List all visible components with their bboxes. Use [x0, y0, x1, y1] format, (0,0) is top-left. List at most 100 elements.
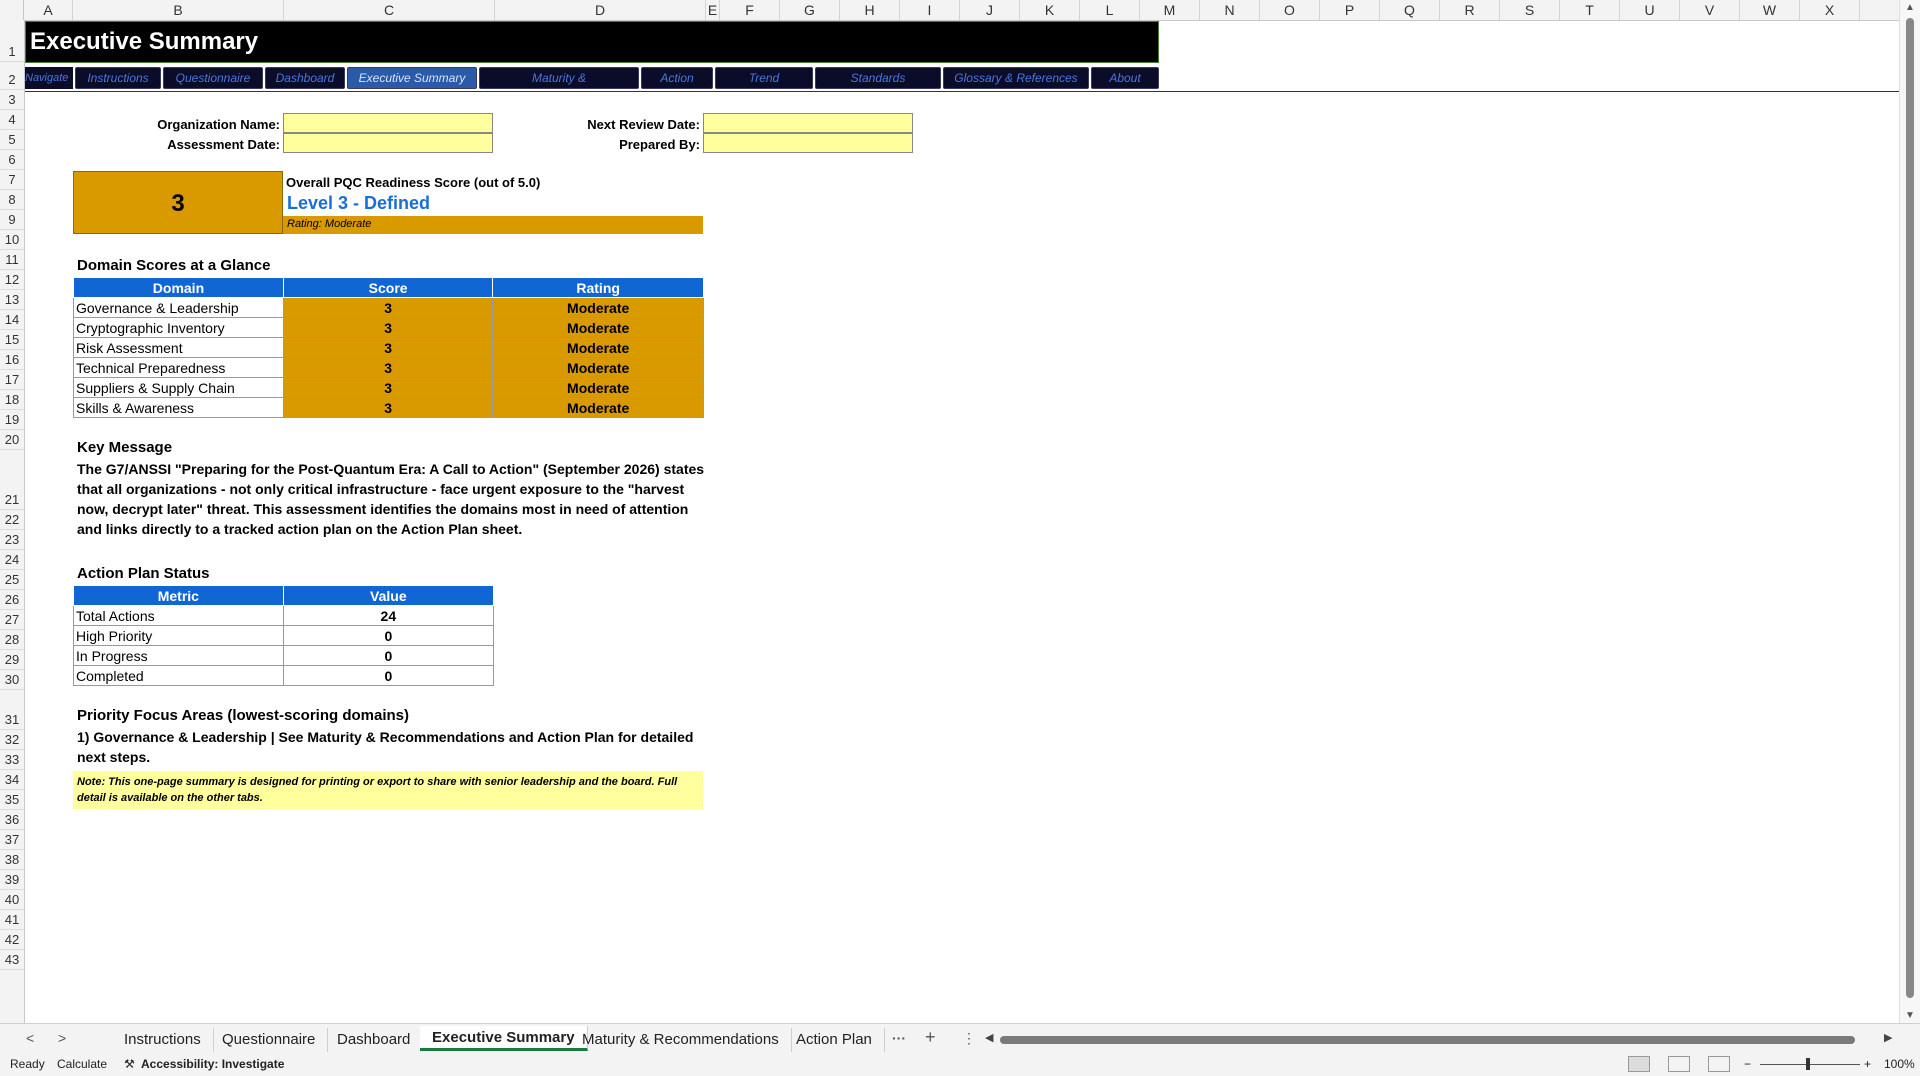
column-header-f[interactable]: F [720, 0, 780, 20]
column-header-t[interactable]: T [1560, 0, 1620, 20]
domain-name[interactable]: Cryptographic Inventory [73, 317, 284, 338]
sheet-tab-maturity[interactable]: Maturity & Recommendations [570, 1028, 792, 1052]
row-header-42[interactable]: 42 [0, 930, 24, 950]
row-header-5[interactable]: 5 [0, 130, 24, 150]
row-header-31[interactable]: 31 [0, 690, 24, 730]
row-header-3[interactable]: 3 [0, 90, 24, 110]
vertical-scrollbar[interactable]: ▲ ▼ [1899, 0, 1920, 1023]
column-header-d[interactable]: D [495, 0, 706, 20]
metric-value[interactable]: 24 [282, 605, 495, 626]
column-header-e[interactable]: E [706, 0, 720, 20]
metric-name[interactable]: Total Actions [73, 605, 284, 626]
domain-name[interactable]: Skills & Awareness [73, 397, 284, 418]
column-header-q[interactable]: Q [1380, 0, 1440, 20]
domain-rating[interactable]: Moderate [492, 357, 704, 378]
tab-next-icon[interactable]: > [58, 1030, 66, 1046]
domain-score[interactable]: 3 [282, 317, 494, 338]
row-header-10[interactable]: 10 [0, 230, 24, 250]
metric-name[interactable]: High Priority [73, 625, 284, 646]
assessment-date-field[interactable] [283, 133, 493, 153]
row-header-15[interactable]: 15 [0, 330, 24, 350]
sheet-tab-dashboard[interactable]: Dashboard [325, 1028, 424, 1052]
column-header-m[interactable]: M [1140, 0, 1200, 20]
org-name-field[interactable] [283, 113, 493, 133]
more-tabs-icon[interactable]: ··· [892, 1030, 906, 1046]
metric-value[interactable]: 0 [282, 625, 495, 646]
nav-executive-summary-button[interactable]: Executive Summary [347, 67, 477, 89]
row-header-2[interactable]: 2 [0, 62, 24, 90]
page-break-view-icon[interactable] [1708, 1056, 1730, 1072]
select-all-corner[interactable] [0, 0, 24, 20]
row-header-27[interactable]: 27 [0, 610, 24, 630]
row-header-29[interactable]: 29 [0, 650, 24, 670]
metric-name[interactable]: Completed [73, 665, 284, 686]
metric-name[interactable]: In Progress [73, 645, 284, 666]
domain-rating[interactable]: Moderate [492, 297, 704, 318]
row-header-41[interactable]: 41 [0, 910, 24, 930]
nav-about-button[interactable]: About [1091, 67, 1159, 89]
next-review-field[interactable] [703, 113, 913, 133]
nav-questionnaire-button[interactable]: Questionnaire [163, 67, 263, 89]
nav-instructions-button[interactable]: Instructions [75, 67, 161, 89]
sheet-tab-instructions[interactable]: Instructions [112, 1028, 214, 1052]
nav-trend-button[interactable]: Trend [715, 67, 813, 89]
worksheet-grid[interactable]: Executive Summary Navigate Instructions … [25, 21, 1900, 1023]
column-header-k[interactable]: K [1020, 0, 1080, 20]
scroll-down-icon[interactable]: ▼ [1900, 1010, 1920, 1021]
row-header-22[interactable]: 22 [0, 510, 24, 530]
row-header-20[interactable]: 20 [0, 430, 24, 450]
row-header-7[interactable]: 7 [0, 170, 24, 190]
row-header-4[interactable]: 4 [0, 110, 24, 130]
column-header-b[interactable]: B [73, 0, 284, 20]
row-header-12[interactable]: 12 [0, 270, 24, 290]
row-header-43[interactable]: 43 [0, 950, 24, 970]
nav-dashboard-button[interactable]: Dashboard [265, 67, 345, 89]
domain-score[interactable]: 3 [282, 377, 494, 398]
page-layout-view-icon[interactable] [1668, 1056, 1690, 1072]
domain-name[interactable]: Technical Preparedness [73, 357, 284, 378]
row-header-26[interactable]: 26 [0, 590, 24, 610]
domain-name[interactable]: Governance & Leadership [73, 297, 284, 318]
column-header-a[interactable]: A [24, 0, 73, 20]
zoom-level[interactable]: 100% [1884, 1057, 1915, 1071]
scroll-left-icon[interactable]: ◀ [985, 1031, 993, 1044]
domain-score[interactable]: 3 [282, 357, 494, 378]
accessibility-icon[interactable]: ⚒ [124, 1057, 135, 1071]
column-header-c[interactable]: C [284, 0, 495, 20]
column-header-g[interactable]: G [780, 0, 840, 20]
vertical-scroll-thumb[interactable] [1906, 18, 1914, 998]
domain-score[interactable]: 3 [282, 297, 494, 318]
domain-name[interactable]: Suppliers & Supply Chain [73, 377, 284, 398]
zoom-slider[interactable] [1760, 1064, 1860, 1065]
row-header-36[interactable]: 36 [0, 810, 24, 830]
nav-standards-button[interactable]: Standards [815, 67, 941, 89]
column-header-r[interactable]: R [1440, 0, 1500, 20]
nav-glossary-button[interactable]: Glossary & References [943, 67, 1089, 89]
row-header-38[interactable]: 38 [0, 850, 24, 870]
zoom-slider-thumb[interactable] [1806, 1058, 1810, 1070]
nav-maturity-button[interactable]: Maturity & [479, 67, 639, 89]
add-sheet-icon[interactable]: + [925, 1027, 936, 1048]
column-header-p[interactable]: P [1320, 0, 1380, 20]
scroll-right-icon[interactable]: ▶ [1884, 1031, 1892, 1044]
column-header-i[interactable]: I [900, 0, 960, 20]
sheet-tab-executive-summary[interactable]: Executive Summary [420, 1026, 588, 1051]
column-header-x[interactable]: X [1800, 0, 1860, 20]
row-header-24[interactable]: 24 [0, 550, 24, 570]
normal-view-icon[interactable] [1628, 1056, 1650, 1072]
horizontal-scroll-thumb[interactable] [1000, 1036, 1855, 1044]
row-header-37[interactable]: 37 [0, 830, 24, 850]
row-header-11[interactable]: 11 [0, 250, 24, 270]
row-header-21[interactable]: 21 [0, 450, 24, 510]
domain-rating[interactable]: Moderate [492, 377, 704, 398]
row-header-14[interactable]: 14 [0, 310, 24, 330]
column-header-s[interactable]: S [1500, 0, 1560, 20]
row-header-1[interactable]: 1 [0, 20, 24, 62]
row-header-13[interactable]: 13 [0, 290, 24, 310]
row-header-8[interactable]: 8 [0, 190, 24, 210]
domain-rating[interactable]: Moderate [492, 337, 704, 358]
zoom-in-icon[interactable]: + [1864, 1057, 1871, 1071]
tab-prev-icon[interactable]: < [26, 1030, 34, 1046]
domain-name[interactable]: Risk Assessment [73, 337, 284, 358]
column-header-h[interactable]: H [840, 0, 900, 20]
